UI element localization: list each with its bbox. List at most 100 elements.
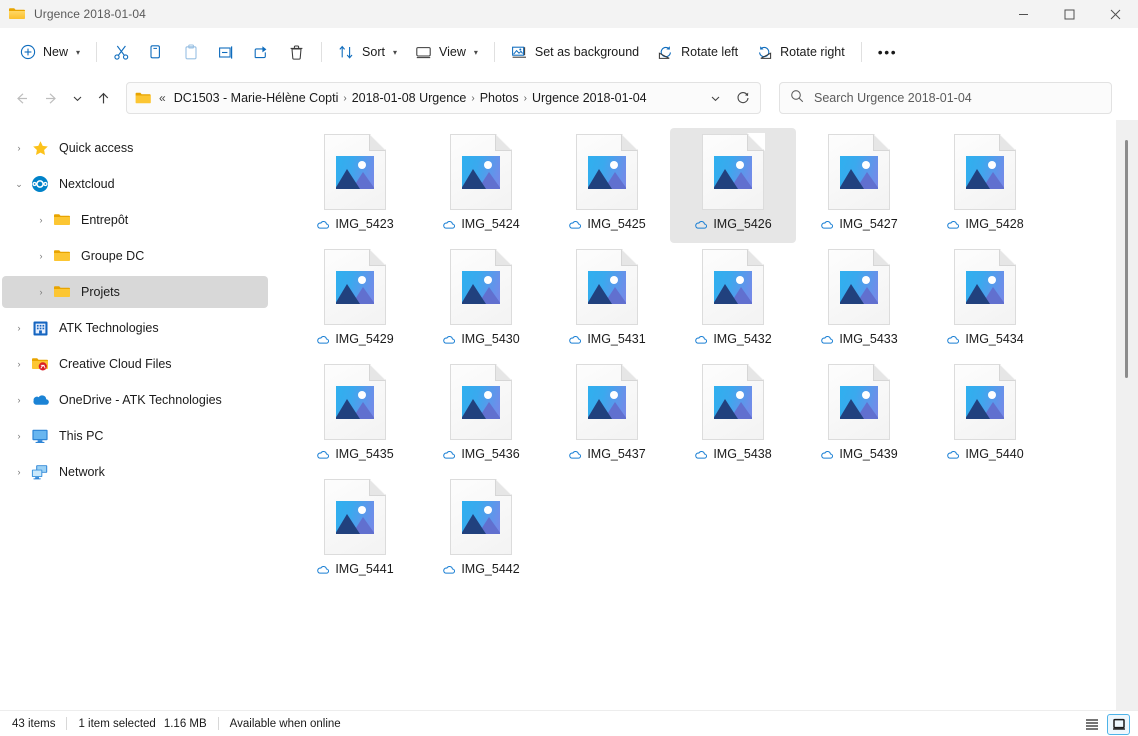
file-tile[interactable]: IMG_5437 [544,358,670,473]
item-count-label: 43 items [12,717,56,730]
sun-shape [484,161,492,169]
chevron-right-icon[interactable]: › [30,281,52,303]
nextcloud-icon [30,174,50,194]
vertical-scrollbar[interactable] [1116,120,1138,710]
search-box[interactable]: Search Urgence 2018-01-04 [779,82,1112,114]
file-list-view[interactable]: IMG_5423 IMG_5424 IMG_5425 IMG_5426 IMG_5427… [270,120,1138,710]
file-tile[interactable]: IMG_5433 [796,243,922,358]
chevron-right-icon[interactable]: › [8,317,30,339]
rotate-right-button[interactable]: Rotate right [747,36,854,68]
file-thumbnail [828,363,891,440]
chevron-right-icon[interactable]: › [8,137,30,159]
file-tile[interactable]: IMG_5423 [292,128,418,243]
sidebar-item-this-pc[interactable]: › This PC [2,420,268,452]
refresh-button[interactable] [730,85,756,111]
up-button[interactable] [88,83,118,113]
file-tile[interactable]: IMG_5442 [418,473,544,588]
file-tile[interactable]: IMG_5427 [796,128,922,243]
share-button[interactable] [244,36,279,68]
chevron-right-icon[interactable]: › [8,425,30,447]
sidebar-item-entrepot[interactable]: › Entrepôt [2,204,268,236]
file-tile[interactable]: IMG_5439 [796,358,922,473]
file-tile[interactable]: IMG_5425 [544,128,670,243]
chevron-right-icon[interactable]: › [8,461,30,483]
file-tile[interactable]: IMG_5441 [292,473,418,588]
breadcrumb-overflow[interactable]: « [159,91,166,105]
file-thumbnail [954,133,1017,210]
address-dropdown-button[interactable] [702,85,728,111]
new-button[interactable]: New ▾ [10,36,89,68]
file-tile[interactable]: IMG_5440 [922,358,1048,473]
breadcrumb-item-3[interactable]: Urgence 2018-01-04 [528,88,651,108]
cut-button[interactable] [104,36,139,68]
cloud-icon [821,335,834,344]
breadcrumb-item-1[interactable]: 2018-01-08 Urgence [348,88,471,108]
view-icon [415,44,432,61]
rename-button[interactable] [209,36,244,68]
file-thumbnail [324,478,387,555]
file-name: IMG_5430 [461,332,520,346]
sidebar-item-label: Creative Cloud Files [59,357,172,371]
chevron-right-icon[interactable]: › [8,353,30,375]
chevron-right-icon[interactable]: › [30,209,52,231]
copy-button[interactable] [139,36,174,68]
breadcrumb-item-2[interactable]: Photos [476,88,523,108]
explorer-body: › Quick access ⌄ Nextcloud › Entrepôt › … [0,120,1138,710]
sun-shape [610,161,618,169]
sidebar-item-nextcloud[interactable]: ⌄ Nextcloud [2,168,268,200]
breadcrumb-item-0[interactable]: DC1503 - Marie-Hélène Copti [170,88,343,108]
forward-button[interactable] [36,83,66,113]
picture-icon [462,501,500,534]
search-input[interactable]: Search Urgence 2018-01-04 [814,91,972,105]
set-as-background-button[interactable]: Set as background [502,36,648,68]
file-tile[interactable]: IMG_5430 [418,243,544,358]
address-bar[interactable]: « DC1503 - Marie-Hélène Copti › 2018-01-… [126,82,761,114]
delete-button[interactable] [279,36,314,68]
details-view-button[interactable] [1080,714,1103,735]
scrollbar-thumb[interactable] [1125,140,1128,378]
sidebar-item-atk-technologies[interactable]: › ATK Technologies [2,312,268,344]
cloud-icon [569,450,582,459]
close-button[interactable] [1092,0,1138,28]
file-tile[interactable]: IMG_5434 [922,243,1048,358]
chevron-down-icon[interactable]: ⌄ [8,173,30,195]
status-bar: 43 items 1 item selected 1.16 MB Availab… [0,710,1138,736]
file-tile[interactable]: IMG_5431 [544,243,670,358]
minimize-button[interactable] [1000,0,1046,28]
file-label: IMG_5436 [442,447,520,461]
file-tile[interactable]: IMG_5436 [418,358,544,473]
chevron-right-icon[interactable]: › [30,245,52,267]
file-label: IMG_5435 [316,447,394,461]
large-icons-view-button[interactable] [1107,713,1130,735]
file-tile[interactable]: IMG_5435 [292,358,418,473]
view-button[interactable]: View ▾ [406,36,487,68]
file-label: IMG_5429 [316,332,394,346]
see-more-button[interactable]: ••• [869,36,907,68]
breadcrumb-separator[interactable]: › [343,93,346,104]
paste-button[interactable] [174,36,209,68]
sidebar-item-groupe-dc[interactable]: › Groupe DC [2,240,268,272]
recent-locations-button[interactable] [66,83,88,113]
file-tile[interactable]: IMG_5426 [670,128,796,243]
maximize-button[interactable] [1046,0,1092,28]
mountain-left-shape [588,284,612,304]
file-thumbnail [828,133,891,210]
sidebar-item-projets[interactable]: › Projets [2,276,268,308]
breadcrumb-separator[interactable]: › [471,93,474,104]
back-button[interactable] [6,83,36,113]
rotate-left-button[interactable]: Rotate left [648,36,747,68]
sidebar-item-creative-cloud-files[interactable]: › Creative Cloud Files [2,348,268,380]
chevron-right-icon[interactable]: › [8,389,30,411]
picture-icon [840,271,878,304]
file-tile[interactable]: IMG_5424 [418,128,544,243]
sidebar-item-label: This PC [59,429,104,443]
file-tile[interactable]: IMG_5429 [292,243,418,358]
sidebar-item-network[interactable]: › Network [2,456,268,488]
sidebar-item-onedrive[interactable]: › OneDrive - ATK Technologies [2,384,268,416]
sort-button[interactable]: Sort ▾ [329,36,406,68]
sidebar-item-quick-access[interactable]: › Quick access [2,132,268,164]
breadcrumb-separator[interactable]: › [524,93,527,104]
file-tile[interactable]: IMG_5438 [670,358,796,473]
file-tile[interactable]: IMG_5432 [670,243,796,358]
file-tile[interactable]: IMG_5428 [922,128,1048,243]
